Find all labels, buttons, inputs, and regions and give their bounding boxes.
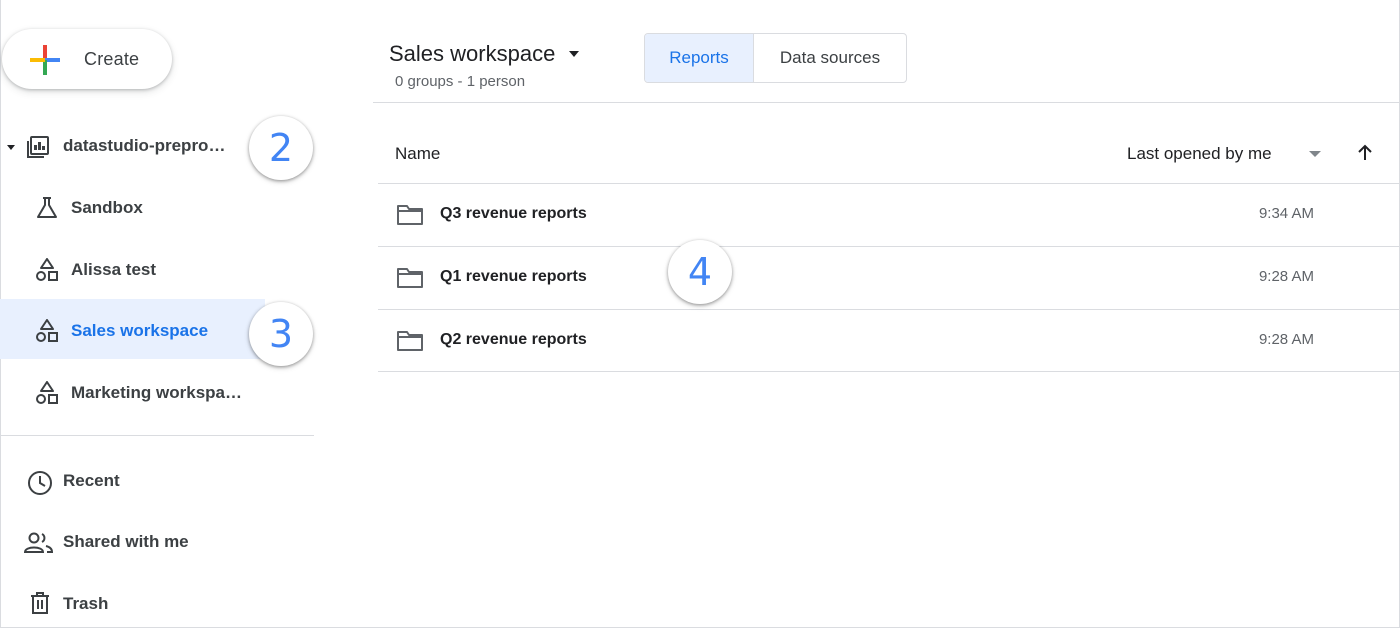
sidebar-item-sandbox[interactable]: Sandbox [0, 178, 265, 238]
sidebar-item-label: Trash [63, 594, 109, 613]
row-time: 9:28 AM [1258, 268, 1314, 285]
sidebar-divider [0, 435, 314, 436]
shapes-icon [36, 381, 58, 404]
caret-down-icon[interactable] [6, 142, 16, 152]
folder-icon [397, 205, 423, 225]
shapes-icon [36, 319, 58, 342]
folder-icon [397, 268, 423, 288]
arrow-up-icon[interactable] [1355, 143, 1375, 163]
row-name: Q2 revenue reports [440, 331, 587, 348]
callout-badge: 3 [249, 302, 313, 366]
row-time: 9:34 AM [1258, 205, 1314, 222]
sort-selector[interactable]: Last opened by me [1127, 144, 1272, 164]
sidebar-item-label: Sandbox [71, 198, 143, 217]
header-divider [373, 102, 1399, 103]
sidebar-item-label: Shared with me [63, 532, 189, 551]
row-time: 9:28 AM [1258, 331, 1314, 348]
tab-data-sources[interactable]: Data sources [754, 34, 906, 82]
table-row[interactable]: Q3 revenue reports 9:34 AM [378, 184, 1399, 246]
row-divider [378, 371, 1399, 372]
shapes-icon [36, 258, 58, 281]
view-tabs: Reports Data sources [644, 33, 907, 83]
table-row[interactable]: Q2 revenue reports 9:28 AM [378, 310, 1399, 372]
create-button[interactable]: Create [2, 29, 172, 89]
project-icon [27, 136, 49, 158]
row-name: Q1 revenue reports [440, 268, 587, 285]
sidebar-item-recent[interactable]: Recent [0, 451, 265, 511]
people-icon [24, 532, 54, 553]
sidebar-item-label: Recent [63, 471, 120, 490]
sidebar-item-marketing-workspace[interactable]: Marketing workspa… [0, 362, 265, 422]
sidebar-item-label: Alissa test [71, 260, 157, 279]
sidebar-item-alissa-test[interactable]: Alissa test [0, 239, 265, 299]
workspace-title[interactable]: Sales workspace [389, 41, 580, 67]
caret-down-icon [569, 51, 580, 57]
sidebar-item-label: Marketing workspa… [71, 383, 242, 402]
create-label: Create [84, 49, 140, 69]
workspace-title-text: Sales workspace [389, 41, 556, 66]
tab-reports[interactable]: Reports [645, 34, 754, 82]
row-name: Q3 revenue reports [440, 205, 587, 222]
sidebar-item-shared[interactable]: Shared with me [0, 512, 265, 572]
callout-badge: 4 [668, 240, 732, 304]
table-row[interactable]: Q1 revenue reports 9:28 AM [378, 247, 1399, 309]
trash-icon [31, 592, 49, 614]
sidebar-item-label: Sales workspace [71, 321, 209, 340]
sidebar-item-label: datastudio-prepro… [63, 136, 226, 155]
workspace-subtitle: 0 groups - 1 person [395, 73, 526, 90]
column-header-name: Name [395, 144, 441, 163]
flask-icon [37, 197, 57, 218]
sort-dropdown-icon[interactable] [1308, 150, 1322, 158]
sidebar-item-project[interactable]: datastudio-prepro… [0, 117, 265, 177]
callout-badge: 2 [249, 116, 313, 180]
sidebar-item-sales-workspace[interactable]: Sales workspace [0, 299, 265, 359]
clock-icon [28, 471, 52, 495]
plus-icon [30, 45, 60, 75]
folder-icon [397, 331, 423, 351]
sidebar-item-trash[interactable]: Trash [0, 573, 265, 628]
